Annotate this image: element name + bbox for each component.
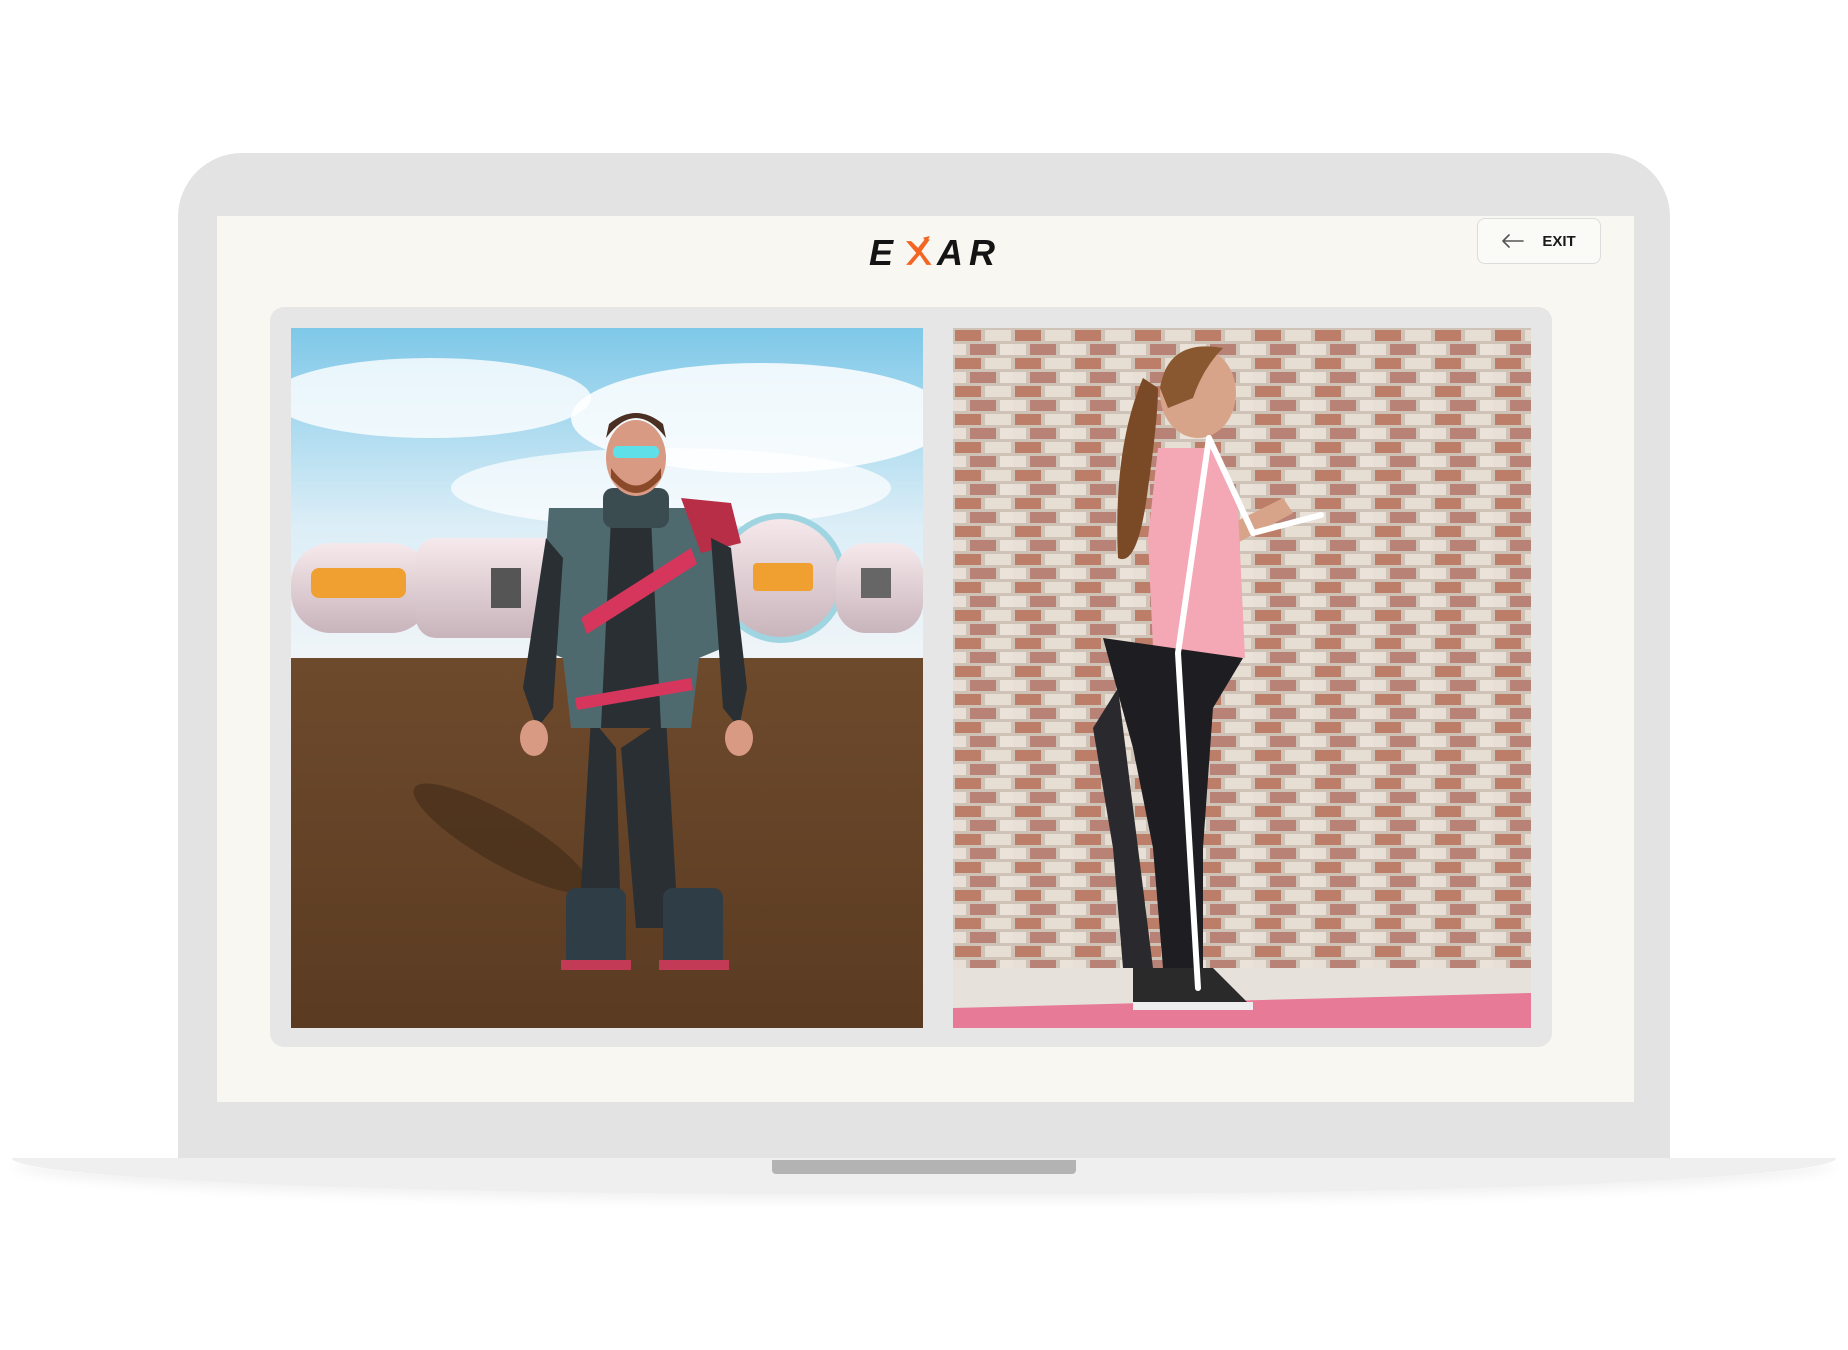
logo-x-mark-icon: [906, 236, 932, 265]
app-screen: E AR EXIT: [217, 216, 1634, 1102]
logo-letter-e: E: [869, 232, 900, 273]
camera-view[interactable]: [953, 328, 1531, 1028]
avatar-scene: [291, 328, 923, 1028]
logo-letters-ar: AR: [937, 232, 1001, 273]
exit-label: EXIT: [1542, 232, 1576, 250]
arrow-left-icon: [1502, 234, 1525, 248]
exit-button[interactable]: EXIT: [1477, 218, 1601, 264]
avatar-view[interactable]: [291, 328, 923, 1028]
laptop-notch: [772, 1160, 1076, 1174]
exar-logo: E AR: [869, 230, 1001, 276]
camera-feed: [953, 328, 1531, 1028]
brick-wall: [953, 328, 1531, 1028]
